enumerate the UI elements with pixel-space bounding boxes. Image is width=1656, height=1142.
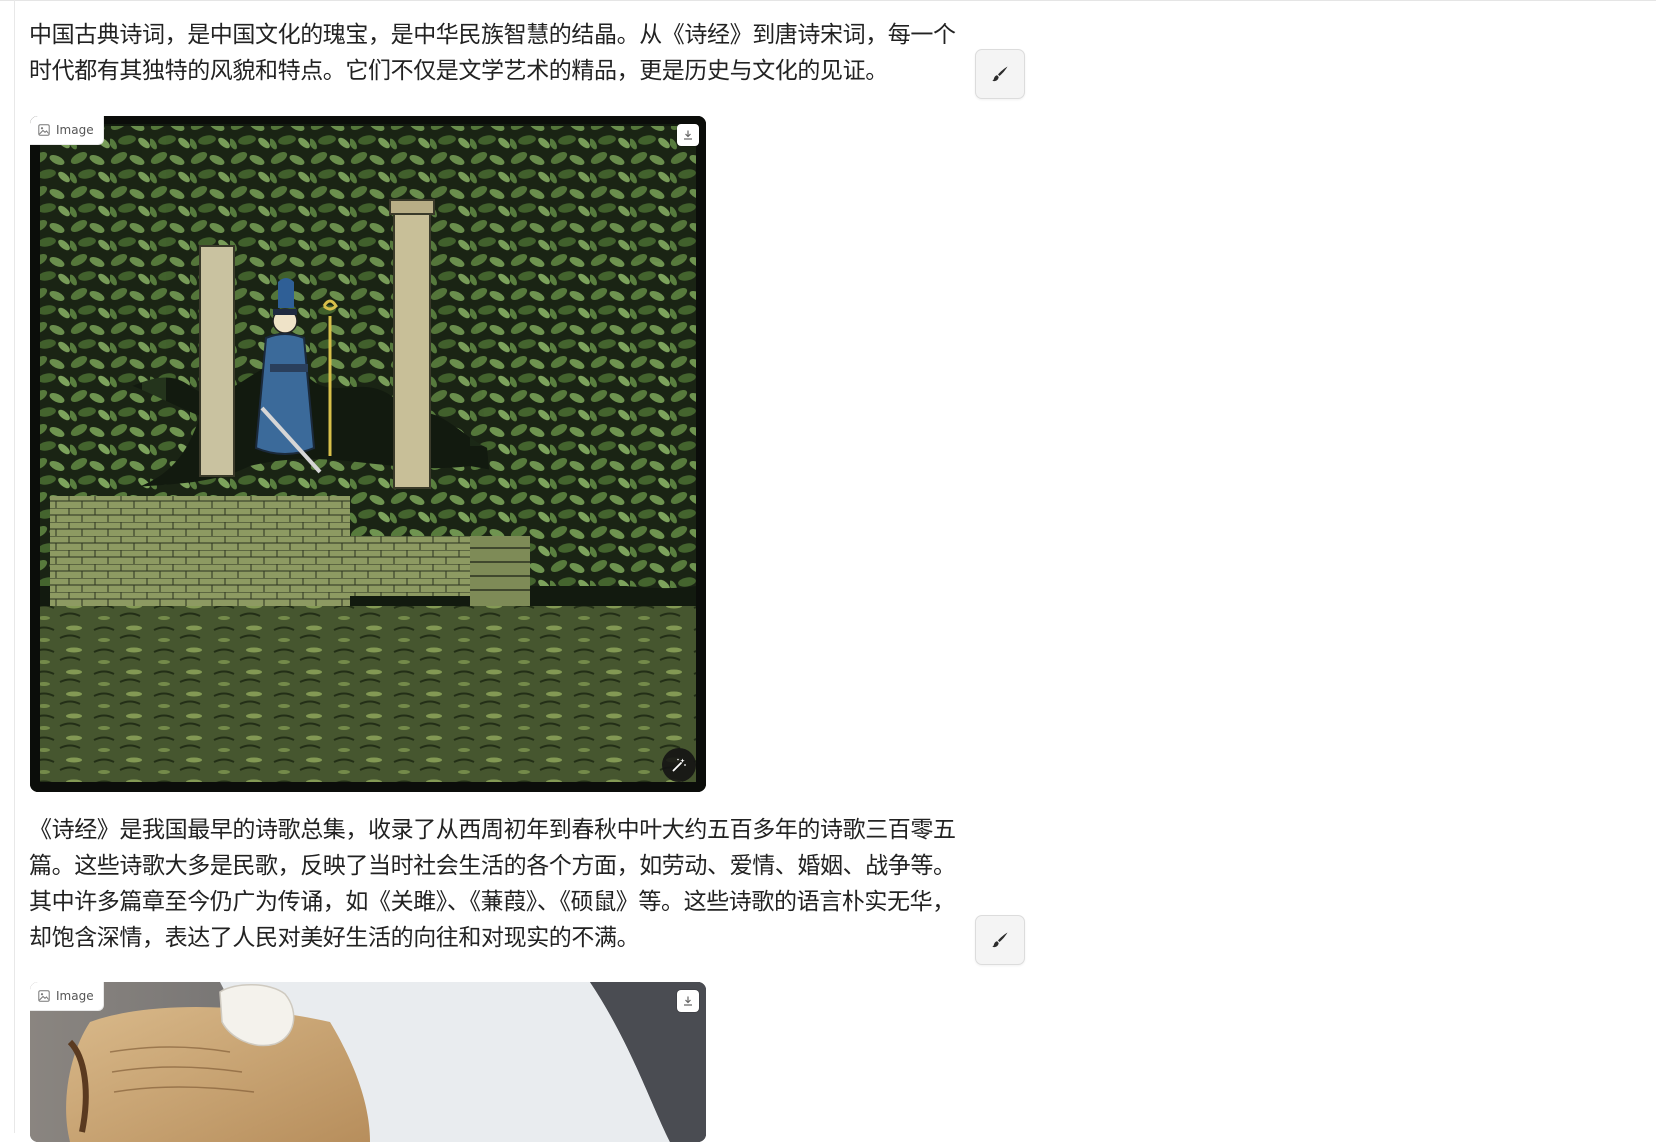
paragraph-shijing: 《诗经》是我国最早的诗歌总集，收录了从西周初年到春秋中叶大约五百多年的诗歌三百零… [29, 817, 956, 951]
image-badge-label: Image [56, 123, 94, 137]
top-divider [0, 0, 1656, 1]
brush-icon [992, 66, 1008, 82]
image-badge-label: Image [56, 989, 94, 1003]
image-icon [38, 990, 50, 1002]
generated-image-card[interactable]: Image [30, 982, 706, 1142]
brush-icon [992, 932, 1008, 948]
image-badge: Image [30, 982, 104, 1011]
generated-image-card[interactable]: Image [30, 116, 706, 792]
magic-wand-icon [672, 758, 686, 772]
download-icon [684, 996, 692, 1006]
left-rail-divider [14, 0, 15, 1133]
ancient-scroll-photo [30, 982, 706, 1142]
download-button[interactable] [677, 124, 699, 146]
edit-paragraph-button[interactable] [975, 49, 1025, 99]
image-badge: Image [30, 116, 104, 145]
forest-ruins-illustration [30, 116, 706, 792]
download-button[interactable] [677, 990, 699, 1012]
download-icon [684, 130, 692, 140]
edit-image-button[interactable] [662, 748, 696, 782]
image-icon [38, 124, 50, 136]
edit-paragraph-button[interactable] [975, 915, 1025, 965]
paragraph-intro: 中国古典诗词，是中国文化的瑰宝，是中华民族智慧的结晶。从《诗经》到唐诗宋词，每一… [29, 22, 956, 84]
